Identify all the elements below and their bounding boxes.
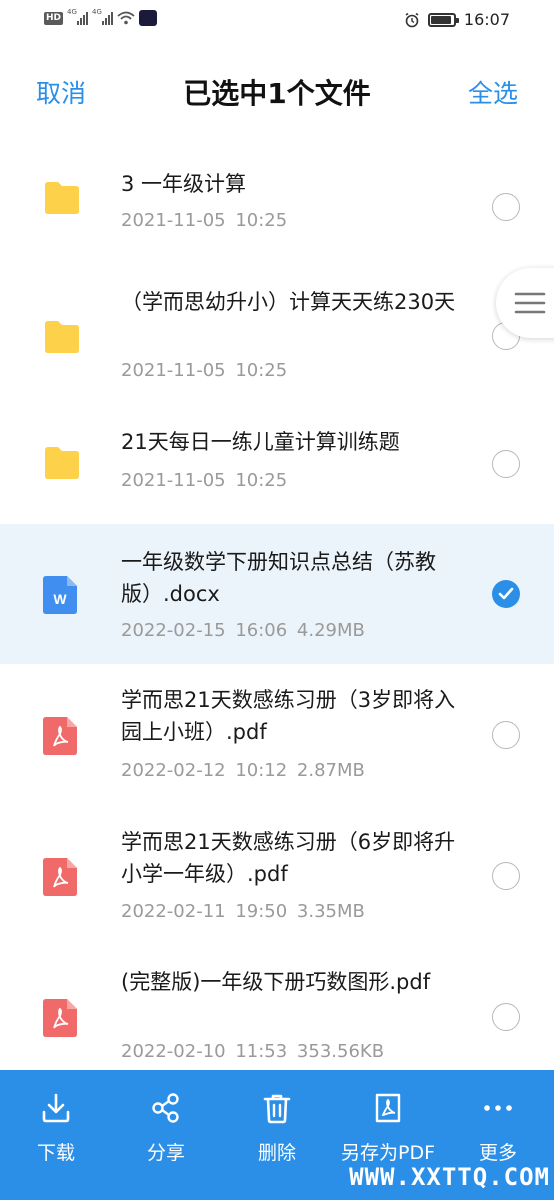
select-all-button[interactable]: 全选 xyxy=(468,74,518,110)
file-meta: 2021-11-05 10:25 xyxy=(121,210,288,231)
app-notification-icon xyxy=(139,10,158,26)
file-row[interactable]: 学而思21天数感练习册（3岁即将入园上小班）.pdf 2022-02-12 10… xyxy=(0,664,554,806)
share-button[interactable]: 分享 xyxy=(111,1070,221,1200)
signal-sim2-icon: 4G xyxy=(92,8,114,25)
word-doc-icon: W xyxy=(43,576,77,614)
trash-icon xyxy=(263,1094,291,1124)
file-name: (完整版)一年级下册巧数图形.pdf xyxy=(121,970,431,994)
delete-label: 删除 xyxy=(257,1142,296,1164)
status-bar: HD 4G 4G 16:07 xyxy=(0,0,554,42)
pdf-icon xyxy=(43,999,77,1037)
alarm-icon xyxy=(405,12,419,27)
hd-badge: HD xyxy=(44,11,64,25)
delete-button[interactable]: 删除 xyxy=(222,1070,332,1200)
file-row[interactable]: 学而思21天数感练习册（6岁即将升小学一年级）.pdf 2022-02-11 1… xyxy=(0,806,554,946)
pdf-icon xyxy=(43,717,77,755)
folder-icon xyxy=(45,447,79,479)
select-checkbox[interactable] xyxy=(492,1003,520,1031)
file-row[interactable]: (完整版)一年级下册巧数图形.pdf 2022-02-10 11:53 353.… xyxy=(0,946,554,1070)
share-label: 分享 xyxy=(146,1142,185,1164)
select-checkbox[interactable] xyxy=(492,862,520,890)
file-row[interactable]: 21天每日一练儿童计算训练题 2021-11-05 10:25 xyxy=(0,404,554,524)
wifi-icon xyxy=(117,11,135,25)
status-left: HD 4G 4G xyxy=(44,8,158,26)
select-checkbox[interactable] xyxy=(492,721,520,749)
folder-icon xyxy=(45,182,79,214)
file-row-selected[interactable]: W 一年级数学下册知识点总结（苏教版）.docx 2022-02-15 16:0… xyxy=(0,524,554,664)
download-button[interactable]: 下载 xyxy=(1,1070,111,1200)
share-icon xyxy=(152,1093,179,1123)
download-icon xyxy=(42,1093,70,1123)
more-label: 更多 xyxy=(478,1142,517,1164)
hamburger-menu-icon xyxy=(514,292,546,314)
selection-header: 取消 已选中1个文件 全选 xyxy=(0,60,554,120)
more-icon xyxy=(484,1105,512,1111)
file-meta: 2021-11-05 10:25 xyxy=(121,470,288,491)
sim1-label: 4G xyxy=(67,8,77,16)
select-checkbox[interactable] xyxy=(492,450,520,478)
file-name: （学而思幼升小）计算天天练230天 xyxy=(121,290,456,314)
sim2-label: 4G xyxy=(92,8,102,16)
folder-icon xyxy=(45,321,79,353)
file-meta: 2022-02-11 19:50 3.35MB xyxy=(121,901,365,922)
watermark: WWW.XXTTQ.COM xyxy=(349,1163,550,1191)
word-doc-icon-letter: W xyxy=(53,591,67,607)
file-meta: 2021-11-05 10:25 xyxy=(121,360,288,381)
checkmark-icon xyxy=(498,587,514,600)
signal-sim1-icon: 4G xyxy=(67,8,89,25)
save-as-pdf-label: 另存为PDF xyxy=(340,1142,436,1164)
file-meta: 2022-02-10 11:53 353.56KB xyxy=(121,1041,385,1062)
file-row[interactable]: 3 一年级计算 2021-11-05 10:25 xyxy=(0,140,554,264)
pdf-icon xyxy=(43,858,77,896)
file-meta: 2022-02-15 16:06 4.29MB xyxy=(121,620,365,641)
save-as-pdf-icon xyxy=(375,1093,401,1123)
file-name: 学而思21天数感练习册（6岁即将升小学一年级）.pdf xyxy=(121,830,456,886)
file-name: 学而思21天数感练习册（3岁即将入园上小班）.pdf xyxy=(121,688,456,744)
status-time: 16:07 xyxy=(463,10,510,29)
file-name: 3 一年级计算 xyxy=(121,172,247,196)
file-name: 21天每日一练儿童计算训练题 xyxy=(121,430,400,454)
select-checkbox-checked[interactable] xyxy=(492,580,520,608)
file-row[interactable]: （学而思幼升小）计算天天练230天 2021-11-05 10:25 xyxy=(0,264,554,404)
file-name: 一年级数学下册知识点总结（苏教版）.docx xyxy=(121,550,436,606)
download-label: 下载 xyxy=(36,1142,75,1164)
select-checkbox[interactable] xyxy=(492,193,520,221)
status-right: 16:07 xyxy=(404,10,510,29)
battery-icon xyxy=(427,12,459,27)
file-meta: 2022-02-12 10:12 2.87MB xyxy=(121,760,365,781)
